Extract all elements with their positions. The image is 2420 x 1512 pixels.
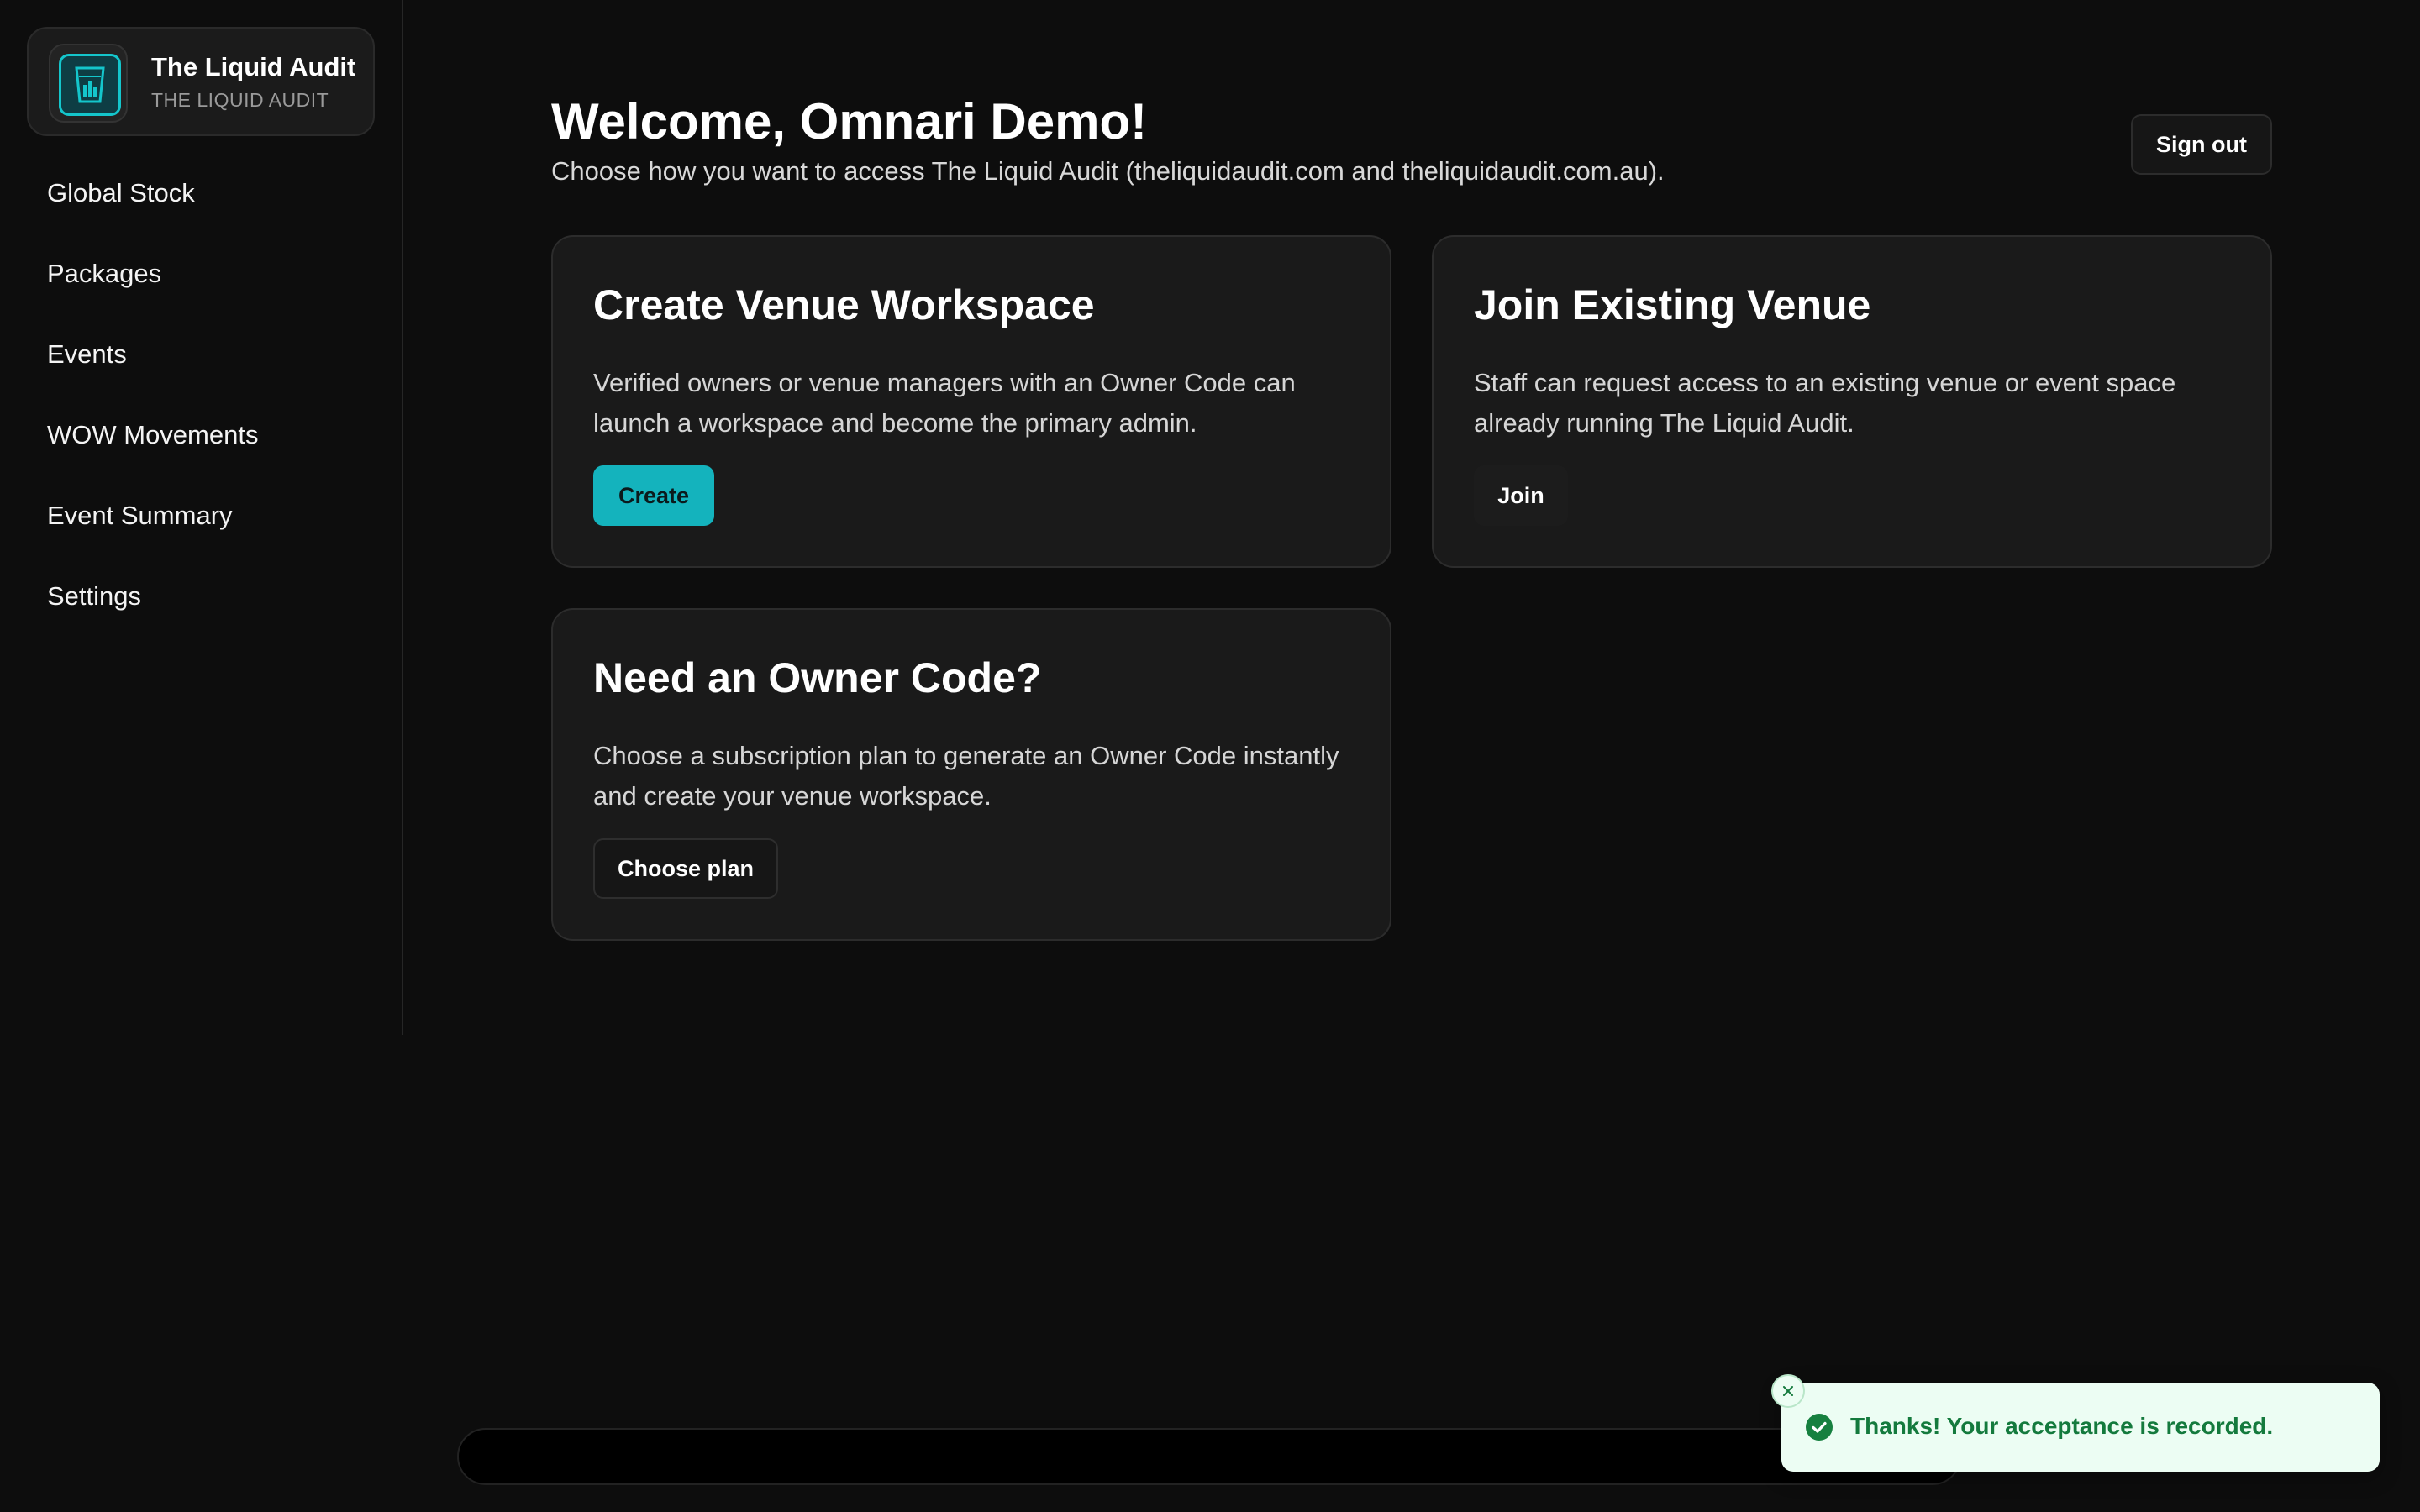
sidebar-item-label: Events xyxy=(47,339,127,369)
brand-title: The Liquid Audit xyxy=(151,52,356,81)
create-button[interactable]: Create xyxy=(593,465,714,526)
brand-subtitle: THE LIQUID AUDIT xyxy=(151,89,329,111)
sidebar-item-settings[interactable]: Settings xyxy=(0,556,403,637)
page-title: Welcome, Omnari Demo! xyxy=(551,93,1148,150)
sidebar-item-packages[interactable]: Packages xyxy=(0,234,403,314)
card-description: Staff can request access to an existing … xyxy=(1474,368,2176,438)
join-venue-card: Join Existing Venue Staff can request ac… xyxy=(1432,235,2272,568)
app-root: The Liquid Audit THE LIQUID AUDIT Global… xyxy=(0,0,2420,1512)
sidebar-nav: Global Stock Packages Events WOW Movemen… xyxy=(0,153,403,637)
sidebar-item-global-stock[interactable]: Global Stock xyxy=(0,153,403,234)
brand-card[interactable]: The Liquid Audit THE LIQUID AUDIT xyxy=(27,27,375,136)
bottom-bar[interactable] xyxy=(457,1428,1961,1485)
card-description: Verified owners or venue managers with a… xyxy=(593,368,1296,438)
sidebar-item-events[interactable]: Events xyxy=(0,314,403,395)
toast-close-button[interactable] xyxy=(1771,1374,1805,1408)
glass-icon xyxy=(59,54,121,116)
join-button[interactable]: Join xyxy=(1474,465,1568,526)
sidebar-item-event-summary[interactable]: Event Summary xyxy=(0,475,403,556)
card-description: Choose a subscription plan to generate a… xyxy=(593,741,1339,811)
sidebar: The Liquid Audit THE LIQUID AUDIT Global… xyxy=(0,0,403,1035)
sidebar-item-label: Global Stock xyxy=(47,178,195,207)
card-title: Create Venue Workspace xyxy=(593,281,1095,328)
choose-plan-button[interactable]: Choose plan xyxy=(593,838,778,899)
owner-code-card: Need an Owner Code? Choose a subscriptio… xyxy=(551,608,1392,941)
sidebar-item-wow-movements[interactable]: WOW Movements xyxy=(0,395,403,475)
close-icon xyxy=(1783,1386,1793,1396)
sidebar-item-label: Settings xyxy=(47,581,142,611)
card-title: Join Existing Venue xyxy=(1474,281,1871,328)
page-subtitle: Choose how you want to access The Liquid… xyxy=(551,156,1665,186)
toast-notification: Thanks! Your acceptance is recorded. xyxy=(1781,1383,2380,1472)
sidebar-item-label: Event Summary xyxy=(47,501,233,530)
brand-logo xyxy=(49,44,128,123)
sidebar-item-label: Packages xyxy=(47,259,162,288)
check-circle-icon xyxy=(1806,1414,1833,1441)
create-venue-card: Create Venue Workspace Verified owners o… xyxy=(551,235,1392,568)
toast-message: Thanks! Your acceptance is recorded. xyxy=(1850,1413,2274,1439)
card-title: Need an Owner Code? xyxy=(593,654,1042,701)
sidebar-item-label: WOW Movements xyxy=(47,420,259,449)
sign-out-button[interactable]: Sign out xyxy=(2131,114,2272,175)
